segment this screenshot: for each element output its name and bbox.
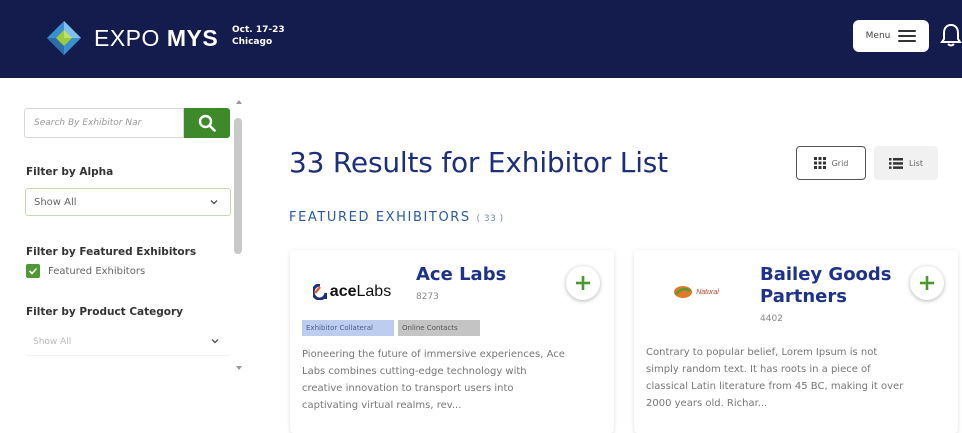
ace-labs-logo: ace Labs [302,260,402,324]
featured-heading-text: FEATURED EXHIBITORS [289,210,471,225]
plus-icon [576,276,590,290]
list-view-label: List [909,158,923,168]
exhibitor-card[interactable]: ace Labs Ace Labs 8273 Exhibitor Collate… [290,250,614,433]
exhibitor-search-input[interactable] [24,108,184,138]
ace-labs-logo-mark-icon [312,284,327,300]
add-exhibitor-button[interactable] [566,266,600,300]
menu-button[interactable]: Menu [853,20,929,52]
featured-checkbox-row: Featured Exhibitors [26,264,145,278]
add-exhibitor-button[interactable] [910,266,944,300]
search-button[interactable] [184,108,230,138]
filter-category-value: Show All [33,336,72,347]
featured-checkbox-label: Featured Exhibitors [48,265,146,277]
featured-count: ( 33 ) [476,214,504,224]
list-view-button[interactable]: List [874,146,938,180]
filter-alpha-select[interactable]: Show All [25,188,231,216]
ace-labs-logo-bold: ace [329,283,357,300]
event-dates: Oct. 17-23 [232,25,285,35]
event-info: Oct. 17-23 Chicago [232,24,285,48]
grid-view-label: Grid [831,158,849,168]
sidebar-scrollbar-thumb[interactable] [234,118,242,254]
filter-category-select[interactable]: Show All [25,328,231,356]
tag-online-contacts[interactable]: Online Contacts [398,320,480,336]
menu-button-label: Menu [865,31,891,41]
exhibitor-description: Contrary to popular belief, Lorem Ipsum … [646,347,904,409]
scroll-up-arrow-icon[interactable] [236,100,242,104]
featured-exhibitors-heading: FEATURED EXHIBITORS ( 33 ) [289,210,504,225]
bailey-goods-logo: Natural [646,260,746,324]
natural-leaf-logo-icon [674,286,693,298]
plus-icon [920,276,934,290]
exhibitor-booth: 8273 [416,292,439,302]
search-icon [198,114,216,132]
list-icon [889,157,903,169]
filter-alpha-value: Show All [34,196,77,208]
ace-labs-logo-light: Labs [356,283,392,300]
hamburger-icon [898,30,917,42]
top-header: EXPO MYS Oct. 17-23 Chicago Menu [0,0,962,78]
grid-view-button[interactable]: Grid [796,146,866,180]
filter-featured-label: Filter by Featured Exhibitors [26,246,197,258]
filter-sidebar: Filter by Alpha Show All Filter by Featu… [22,100,244,372]
tag-exhibitor-collateral[interactable]: Exhibitor Collateral [302,320,394,336]
grid-icon [813,157,826,169]
chevron-down-icon [210,200,218,205]
exhibitor-name[interactable]: Ace Labs [416,264,506,286]
featured-checkbox[interactable] [26,264,40,278]
expo-logo-text: EXPO MYS [94,25,219,51]
bell-icon[interactable] [940,22,962,48]
scroll-down-arrow-icon[interactable] [236,366,242,370]
event-city: Chicago [232,37,273,47]
results-title: 33 Results for Exhibitor List [289,146,668,179]
exhibitor-name[interactable]: Bailey Goods Partners [760,264,892,308]
chevron-down-icon [211,339,219,344]
filter-alpha-label: Filter by Alpha [26,166,114,178]
exhibitor-booth: 4402 [760,314,783,324]
checkmark-icon [28,267,38,275]
exhibitor-card[interactable]: Natural Bailey Goods Partners 4402 Contr… [634,250,958,433]
exhibitor-description: Pioneering the future of immersive exper… [302,349,565,411]
filter-category-label: Filter by Product Category [26,306,184,318]
natural-logo-text: Natural [696,288,719,296]
expo-logo-icon [47,21,81,55]
